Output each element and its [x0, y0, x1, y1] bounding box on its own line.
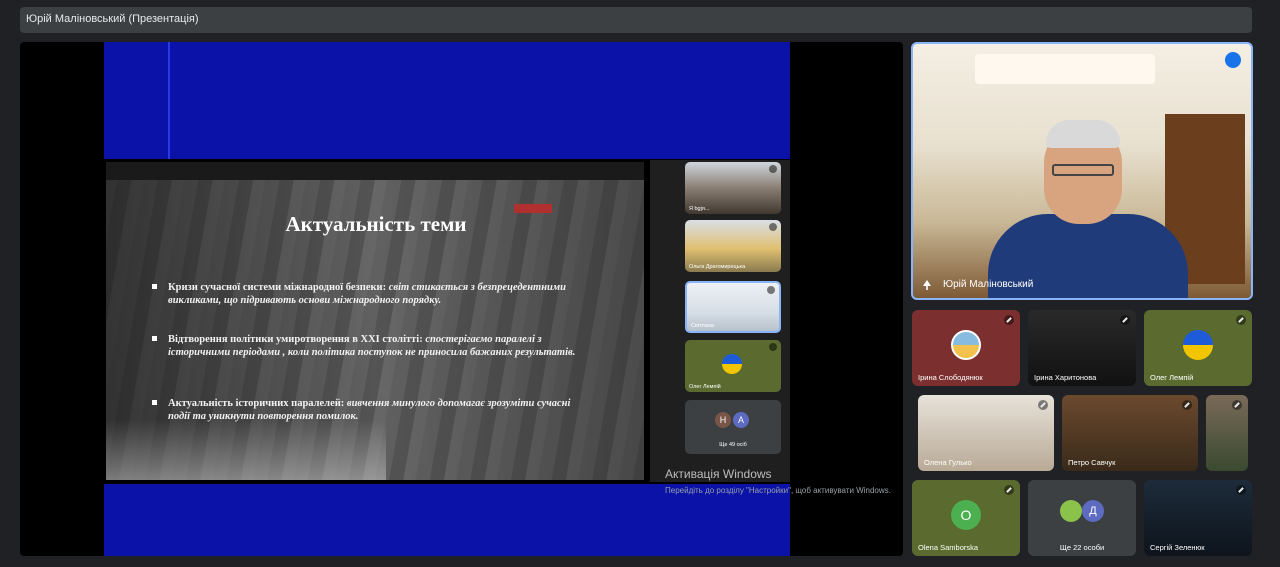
mic-off-icon [1236, 485, 1246, 495]
avatar [951, 330, 981, 360]
participant-tile[interactable]: O Olena Samborska [912, 480, 1020, 556]
avatar [1060, 500, 1082, 522]
slide-title: Актуальність теми [285, 212, 467, 236]
avatar [722, 354, 742, 374]
main-speaker-tile[interactable]: Юрій Маліновський [911, 42, 1253, 300]
avatar [1183, 330, 1213, 360]
mic-off-icon [1004, 315, 1014, 325]
participant-thumb[interactable]: Я bgjя... [685, 162, 781, 214]
mic-off-icon [1182, 400, 1192, 410]
mic-off-icon [1004, 485, 1014, 495]
participant-tile[interactable]: Олена Гулько [918, 395, 1054, 471]
windows-activation-watermark: Активація Windows Перейдіть до розділу "… [665, 467, 891, 495]
presentation-stage[interactable]: Актуальність теми Кризи сучасної системи… [20, 42, 903, 556]
avatar: А [733, 412, 749, 428]
mic-off-icon [1038, 400, 1048, 410]
participant-tile[interactable]: Сергій Зеленюк [1144, 480, 1252, 556]
shared-screen-participant-strip: Я bgjя... Ольга Драгомирецька Світлана О… [650, 160, 790, 482]
participant-tile[interactable] [1206, 395, 1248, 471]
ceiling-lamp [975, 54, 1155, 84]
speaking-icon [1225, 52, 1241, 68]
mic-off-icon [769, 165, 777, 173]
participant-tile[interactable]: Ірина Харитонова [1028, 310, 1136, 386]
participant-name: Юрій Маліновський [943, 279, 1034, 290]
participant-tile[interactable]: Петро Савчук [1062, 395, 1198, 471]
speaking-icon [767, 286, 775, 294]
slide-bullet: Відтворення політики умиротворення в XXI… [152, 333, 588, 359]
slide-border-top [104, 42, 790, 159]
window-title: Юрій Маліновський (Презентація) [26, 13, 199, 25]
avatar: O [951, 500, 981, 530]
participant-thumb[interactable]: Ольга Драгомирецька [685, 220, 781, 272]
slide: Актуальність теми Кризи сучасної системи… [106, 162, 644, 480]
participant-thumb[interactable]: Олег Лемпій [685, 340, 781, 392]
more-participants-button[interactable]: Д Ще 22 особи [1028, 480, 1136, 556]
mic-off-icon [1120, 315, 1130, 325]
participant-tile[interactable]: Ірина Слободянюк [912, 310, 1020, 386]
participant-tile[interactable]: Олег Лемпій [1144, 310, 1252, 386]
slide-bullet: Актуальність історичних паралелей: вивче… [152, 397, 588, 423]
participant-thumb[interactable]: Світлана [685, 281, 781, 333]
mic-off-icon [1236, 315, 1246, 325]
mic-off-icon [769, 343, 777, 351]
more-participants-button[interactable]: Н А Ще 49 осіб [685, 400, 781, 454]
slide-bullet: Кризи сучасної системи міжнародної безпе… [152, 281, 588, 307]
speaker-video [948, 120, 1218, 298]
avatar: Д [1082, 500, 1104, 522]
pin-icon[interactable] [923, 280, 931, 290]
avatar: Н [715, 412, 731, 428]
mic-off-icon [769, 223, 777, 231]
window-titlebar: Юрій Маліновський (Презентація) [20, 7, 1252, 33]
mic-off-icon [1232, 400, 1242, 410]
